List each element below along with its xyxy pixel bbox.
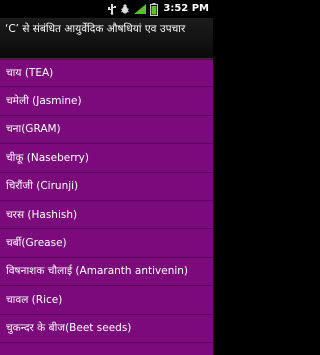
list-item[interactable]: चर्बी(Grease) [0,229,213,258]
remedy-list[interactable]: चाय (TEA) चमेली (Jasmine) चना(GRAM) चीकू… [0,59,213,355]
list-item[interactable]: चावल (Rice) [0,286,213,315]
list-item[interactable]: चुकन्दर के बीज(Beet seeds) [0,315,213,343]
usb-debug-icon [121,4,130,14]
list-item[interactable]: चाय (TEA) [0,59,213,88]
status-time: 3:52 PM [163,3,209,14]
signal-icon [134,4,147,14]
status-bar: 3:52 PM [0,0,213,18]
list-item[interactable]: विषनाशक चौलाई (Amaranth antivenin) [0,258,213,287]
app-screen: 3:52 PM ‘C’ से संबंधित आयुर्वेदिक औषधिया… [0,0,213,355]
page-title: ‘C’ से संबंधित आयुर्वेदिक औषधियां एव उपच… [5,23,186,35]
list-item[interactable]: चीकू (Naseberry) [0,144,213,173]
list-item[interactable]: चरस (Hashish) [0,201,213,230]
list-item[interactable]: चिरौंजी (Cirunji) [0,173,213,201]
title-bar: ‘C’ से संबंधित आयुर्वेदिक औषधियां एव उपच… [0,18,213,59]
status-icons: 3:52 PM [107,0,209,18]
usb-icon [108,4,117,15]
list-item[interactable]: चमेली (Jasmine) [0,87,213,116]
battery-icon [150,2,159,16]
list-item[interactable]: चना(GRAM) [0,116,213,145]
